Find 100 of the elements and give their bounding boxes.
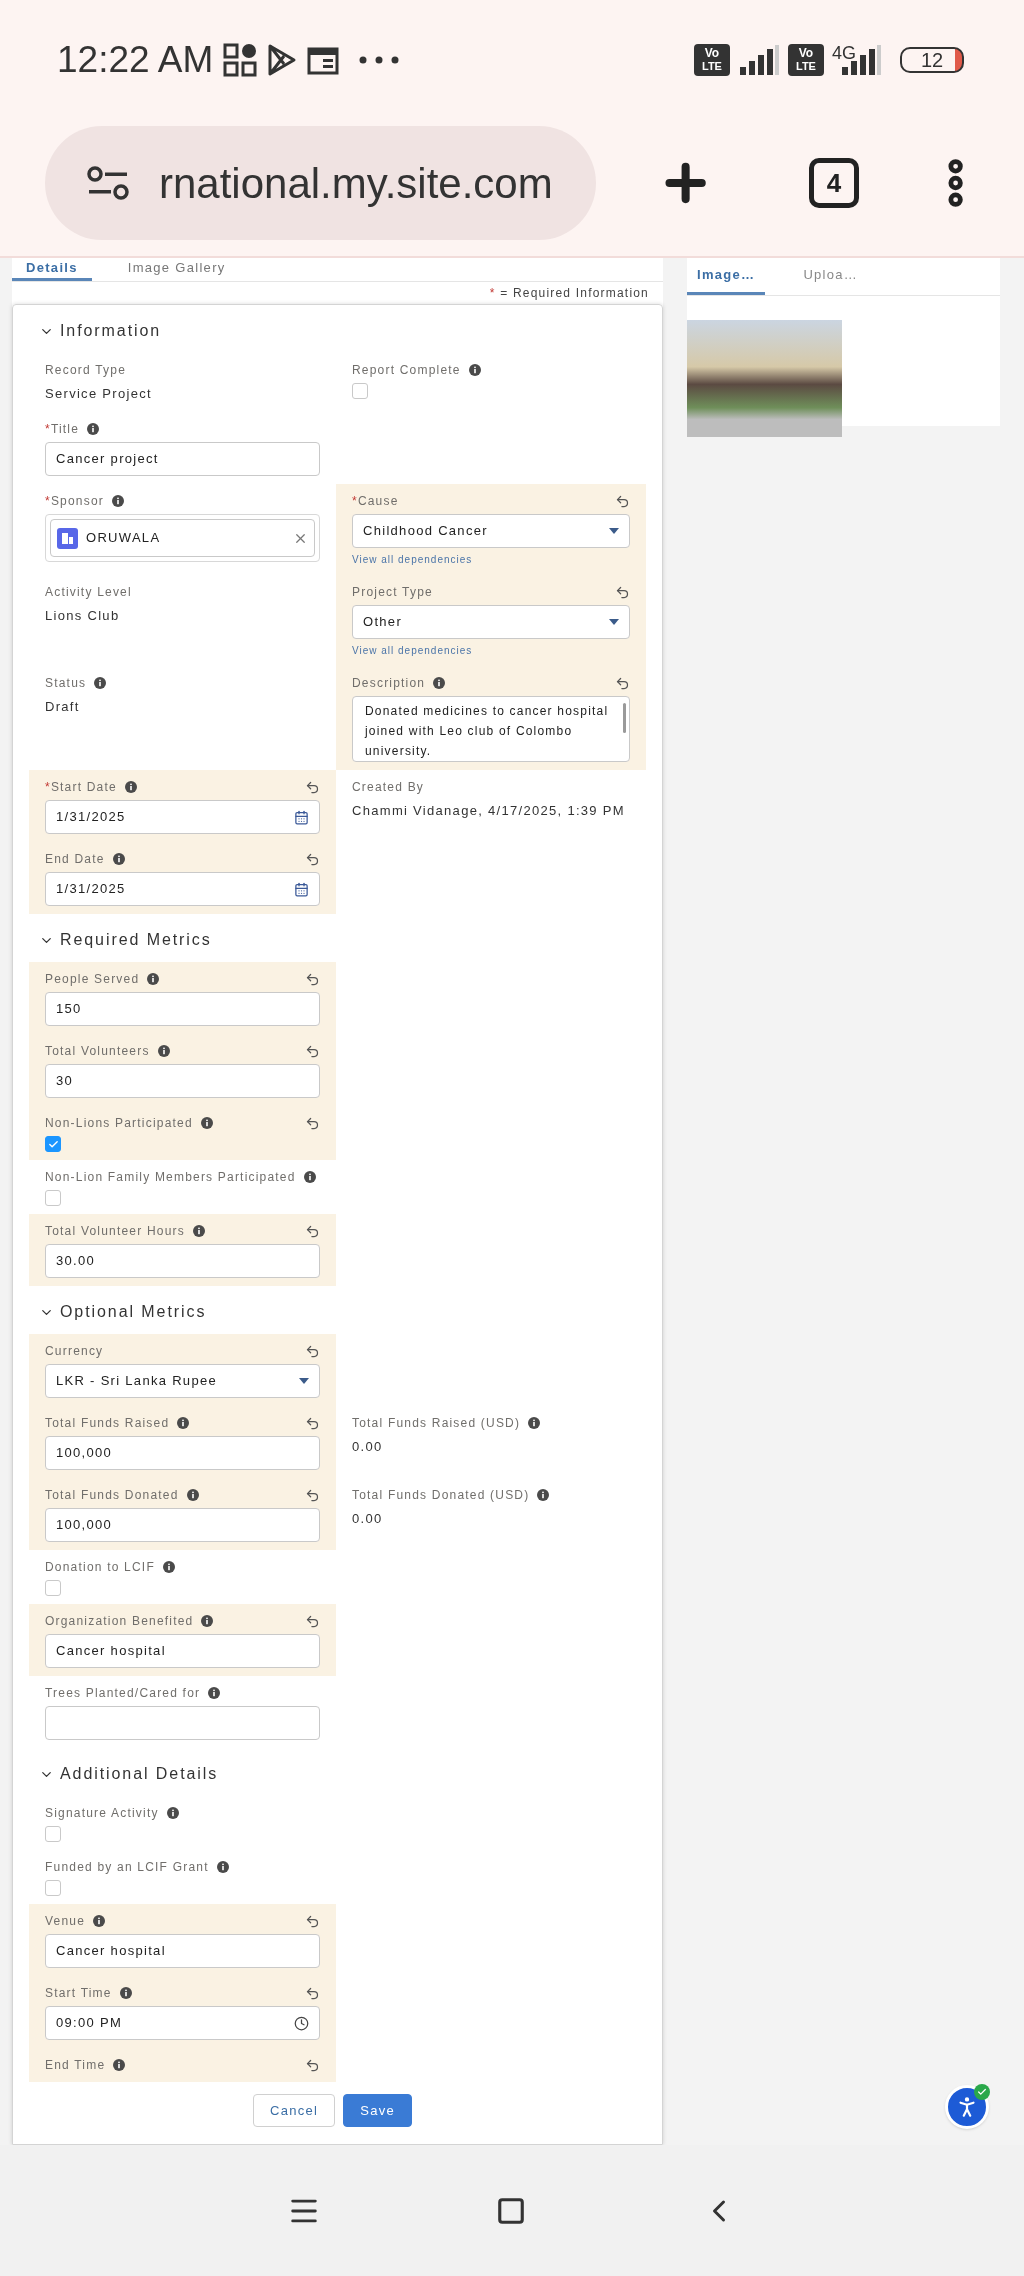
section-heading[interactable]: Additional Details <box>60 1762 219 1786</box>
info-icon[interactable] <box>87 423 100 435</box>
info-icon[interactable] <box>177 1417 190 1429</box>
field-value: Service Project <box>45 385 153 403</box>
info-icon[interactable] <box>112 495 124 507</box>
info-icon[interactable] <box>468 364 481 376</box>
field-label: Organization Benefited <box>45 1613 194 1630</box>
scrollbar-thumb[interactable] <box>623 703 626 733</box>
text-input[interactable] <box>45 1706 320 1740</box>
checkbox[interactable] <box>45 1136 61 1152</box>
info-icon[interactable] <box>112 853 125 865</box>
info-icon[interactable] <box>192 1225 205 1237</box>
field-label: Record Type <box>45 362 127 379</box>
info-icon[interactable] <box>200 1117 213 1129</box>
select-dropdown[interactable]: LKR - Sri Lanka Rupee <box>45 1364 320 1398</box>
undo-icon[interactable] <box>305 1487 320 1503</box>
info-icon[interactable] <box>537 1489 550 1501</box>
info-icon[interactable] <box>147 973 160 985</box>
clock-icon[interactable] <box>294 2015 309 2031</box>
undo-icon[interactable] <box>305 1343 320 1359</box>
calendar-icon[interactable] <box>294 809 309 825</box>
time-input[interactable]: 09:00 PM <box>45 2006 320 2040</box>
undo-icon[interactable] <box>305 851 320 867</box>
field-label: *Start Date <box>45 779 117 796</box>
undo-icon[interactable] <box>305 1415 320 1431</box>
text-input[interactable]: 150 <box>45 992 320 1026</box>
tab[interactable]: Image Gallery <box>113 258 240 281</box>
undo-icon[interactable] <box>615 584 630 600</box>
field-label: Total Funds Donated (USD) <box>352 1487 530 1504</box>
text-input[interactable]: 30.00 <box>45 1244 320 1278</box>
date-input[interactable]: 1/31/2025 <box>45 872 320 906</box>
undo-icon[interactable] <box>305 1913 320 1929</box>
field-label: Non-Lions Participated <box>45 1115 193 1132</box>
checkbox[interactable] <box>45 1826 61 1842</box>
tab[interactable]: Uploa… <box>793 258 869 295</box>
info-icon[interactable] <box>94 677 107 689</box>
accessibility-button[interactable] <box>945 2085 989 2129</box>
field-label: *Sponsor <box>45 493 104 510</box>
info-icon[interactable] <box>303 1171 316 1183</box>
info-icon[interactable] <box>201 1615 214 1627</box>
caret-icon <box>609 619 619 625</box>
undo-icon[interactable] <box>305 779 320 795</box>
info-icon[interactable] <box>186 1489 199 1501</box>
info-icon[interactable] <box>528 1417 541 1429</box>
select-dropdown[interactable]: Other <box>352 605 630 639</box>
url-text[interactable]: rnational.my.site.com <box>159 151 553 215</box>
date-input[interactable]: 1/31/2025 <box>45 800 320 834</box>
info-icon[interactable] <box>166 1807 179 1819</box>
info-icon[interactable] <box>216 1861 229 1873</box>
checkbox[interactable] <box>352 383 368 399</box>
text-input[interactable]: Cancer hospital <box>45 1934 320 1968</box>
account-icon <box>57 527 78 549</box>
select-dropdown[interactable]: Childhood Cancer <box>352 514 630 548</box>
undo-icon[interactable] <box>615 675 630 691</box>
record-name: ORUWALA <box>86 529 161 548</box>
clock-time: 12:22 AM <box>57 38 214 83</box>
tab[interactable]: Details <box>12 258 92 281</box>
badge-line: LTE <box>796 60 816 73</box>
undo-icon[interactable] <box>305 1223 320 1239</box>
undo-icon[interactable] <box>305 1043 320 1059</box>
network-type: 4G <box>832 41 856 65</box>
dependencies-link[interactable]: View all dependencies <box>352 552 630 567</box>
info-icon[interactable] <box>433 677 446 689</box>
checkbox[interactable] <box>45 1880 61 1896</box>
section-heading[interactable]: Optional Metrics <box>60 1300 207 1324</box>
info-icon[interactable] <box>162 1561 175 1573</box>
text-input[interactable]: 100,000 <box>45 1436 320 1470</box>
undo-icon[interactable] <box>305 1115 320 1131</box>
undo-icon[interactable] <box>305 1985 320 2001</box>
text-input[interactable]: 100,000 <box>45 1508 320 1542</box>
description-textarea[interactable]: Donated medicines to cancer hospital joined with Leo club of Colombo university. <box>352 696 630 762</box>
play-icon <box>267 43 298 77</box>
section-heading[interactable]: Information <box>60 319 162 343</box>
undo-icon[interactable] <box>305 2057 320 2073</box>
dependencies-link[interactable]: View all dependencies <box>352 643 630 658</box>
info-icon[interactable] <box>93 1915 106 1927</box>
text-input[interactable]: Cancer hospital <box>45 1634 320 1668</box>
undo-icon[interactable] <box>615 493 630 509</box>
calendar-icon[interactable] <box>294 881 309 897</box>
info-icon[interactable] <box>113 2059 126 2071</box>
undo-icon[interactable] <box>305 971 320 987</box>
save-button[interactable]: Save <box>343 2094 413 2127</box>
section-heading[interactable]: Required Metrics <box>60 928 212 952</box>
checkbox[interactable] <box>45 1190 61 1206</box>
field-value: 0.00 <box>352 1510 384 1528</box>
home-icon[interactable] <box>496 2195 526 2226</box>
undo-icon[interactable] <box>305 1613 320 1629</box>
cancel-button[interactable]: Cancel <box>252 2094 336 2127</box>
caret-icon <box>299 1378 309 1384</box>
info-icon[interactable] <box>157 1045 170 1057</box>
address-bar[interactable]: rnational.my.site.com <box>45 126 597 240</box>
info-icon[interactable] <box>124 781 137 793</box>
tab-count[interactable]: 4 <box>809 158 859 208</box>
site-settings-icon[interactable] <box>87 166 129 200</box>
info-icon[interactable] <box>119 1987 132 1999</box>
info-icon[interactable] <box>208 1687 221 1699</box>
text-input[interactable]: 30 <box>45 1064 320 1098</box>
photo-placeholder[interactable] <box>687 320 842 437</box>
text-input[interactable]: Cancer project <box>45 442 320 476</box>
checkbox[interactable] <box>45 1580 61 1596</box>
